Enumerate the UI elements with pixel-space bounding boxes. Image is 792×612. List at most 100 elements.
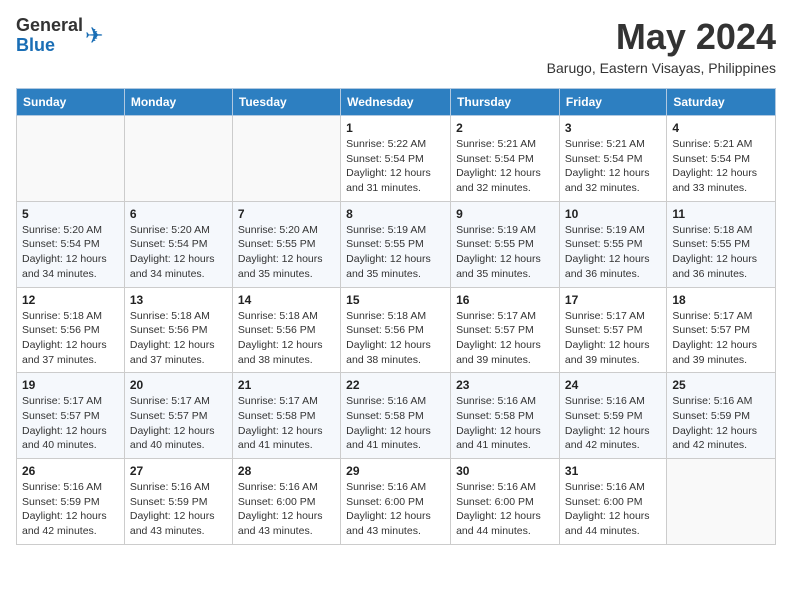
day-number: 20: [130, 378, 227, 392]
day-number: 7: [238, 207, 335, 221]
day-info: Sunrise: 5:22 AM Sunset: 5:54 PM Dayligh…: [346, 137, 445, 196]
location-subtitle: Barugo, Eastern Visayas, Philippines: [547, 60, 776, 76]
day-info: Sunrise: 5:16 AM Sunset: 6:00 PM Dayligh…: [456, 480, 554, 539]
calendar-cell: 1 Sunrise: 5:22 AM Sunset: 5:54 PM Daylig…: [341, 116, 451, 202]
calendar-cell: 22 Sunrise: 5:16 AM Sunset: 5:58 PM Dayli…: [341, 373, 451, 459]
calendar-cell: 16 Sunrise: 5:17 AM Sunset: 5:57 PM Dayli…: [451, 287, 560, 373]
calendar-week-row: 26 Sunrise: 5:16 AM Sunset: 5:59 PM Dayli…: [17, 459, 776, 545]
calendar-cell: [667, 459, 776, 545]
day-info: Sunrise: 5:16 AM Sunset: 6:00 PM Dayligh…: [238, 480, 335, 539]
day-number: 22: [346, 378, 445, 392]
day-number: 27: [130, 464, 227, 478]
calendar-cell: 10 Sunrise: 5:19 AM Sunset: 5:55 PM Dayli…: [559, 201, 666, 287]
day-number: 30: [456, 464, 554, 478]
day-number: 26: [22, 464, 119, 478]
calendar-week-row: 19 Sunrise: 5:17 AM Sunset: 5:57 PM Dayli…: [17, 373, 776, 459]
calendar-cell: 29 Sunrise: 5:16 AM Sunset: 6:00 PM Dayli…: [341, 459, 451, 545]
calendar-cell: 24Sunrise: 5:16 AM Sunset: 5:59 PM Dayli…: [559, 373, 666, 459]
calendar-cell: 11Sunrise: 5:18 AM Sunset: 5:55 PM Dayli…: [667, 201, 776, 287]
day-number: 23: [456, 378, 554, 392]
day-info: Sunrise: 5:21 AM Sunset: 5:54 PM Dayligh…: [672, 137, 770, 196]
day-number: 8: [346, 207, 445, 221]
calendar-cell: 5 Sunrise: 5:20 AM Sunset: 5:54 PM Daylig…: [17, 201, 125, 287]
day-info: Sunrise: 5:20 AM Sunset: 5:54 PM Dayligh…: [22, 223, 119, 282]
day-info: Sunrise: 5:19 AM Sunset: 5:55 PM Dayligh…: [346, 223, 445, 282]
title-block: May 2024 Barugo, Eastern Visayas, Philip…: [547, 16, 776, 76]
day-info: Sunrise: 5:17 AM Sunset: 5:58 PM Dayligh…: [238, 394, 335, 453]
calendar-cell: 9Sunrise: 5:19 AM Sunset: 5:55 PM Daylig…: [451, 201, 560, 287]
calendar-cell: 12 Sunrise: 5:18 AM Sunset: 5:56 PM Dayli…: [17, 287, 125, 373]
day-info: Sunrise: 5:16 AM Sunset: 5:59 PM Dayligh…: [130, 480, 227, 539]
day-number: 16: [456, 293, 554, 307]
calendar-day-header: Monday: [124, 89, 232, 116]
day-number: 1: [346, 121, 445, 135]
calendar-cell: 27 Sunrise: 5:16 AM Sunset: 5:59 PM Dayli…: [124, 459, 232, 545]
day-number: 5: [22, 207, 119, 221]
calendar-cell: 28 Sunrise: 5:16 AM Sunset: 6:00 PM Dayli…: [232, 459, 340, 545]
day-number: 13: [130, 293, 227, 307]
day-info: Sunrise: 5:16 AM Sunset: 5:59 PM Dayligh…: [22, 480, 119, 539]
day-number: 4: [672, 121, 770, 135]
day-info: Sunrise: 5:17 AM Sunset: 5:57 PM Dayligh…: [456, 309, 554, 368]
day-info: Sunrise: 5:18 AM Sunset: 5:56 PM Dayligh…: [346, 309, 445, 368]
day-number: 9: [456, 207, 554, 221]
calendar-cell: 14 Sunrise: 5:18 AM Sunset: 5:56 PM Dayli…: [232, 287, 340, 373]
day-number: 14: [238, 293, 335, 307]
day-number: 2: [456, 121, 554, 135]
day-info: Sunrise: 5:19 AM Sunset: 5:55 PM Dayligh…: [565, 223, 661, 282]
calendar-cell: 8 Sunrise: 5:19 AM Sunset: 5:55 PM Daylig…: [341, 201, 451, 287]
calendar-cell: 30 Sunrise: 5:16 AM Sunset: 6:00 PM Dayli…: [451, 459, 560, 545]
day-info: Sunrise: 5:18 AM Sunset: 5:56 PM Dayligh…: [130, 309, 227, 368]
calendar-day-header: Saturday: [667, 89, 776, 116]
day-number: 3: [565, 121, 661, 135]
day-info: Sunrise: 5:21 AM Sunset: 5:54 PM Dayligh…: [456, 137, 554, 196]
calendar-header-row: SundayMondayTuesdayWednesdayThursdayFrid…: [17, 89, 776, 116]
calendar-cell: [232, 116, 340, 202]
page-header: General Blue ✈ May 2024 Barugo, Eastern …: [16, 16, 776, 76]
day-info: Sunrise: 5:16 AM Sunset: 5:59 PM Dayligh…: [672, 394, 770, 453]
day-info: Sunrise: 5:16 AM Sunset: 5:58 PM Dayligh…: [456, 394, 554, 453]
day-number: 31: [565, 464, 661, 478]
day-number: 28: [238, 464, 335, 478]
day-number: 21: [238, 378, 335, 392]
day-number: 6: [130, 207, 227, 221]
calendar-week-row: 1 Sunrise: 5:22 AM Sunset: 5:54 PM Daylig…: [17, 116, 776, 202]
day-info: Sunrise: 5:21 AM Sunset: 5:54 PM Dayligh…: [565, 137, 661, 196]
day-info: Sunrise: 5:16 AM Sunset: 5:58 PM Dayligh…: [346, 394, 445, 453]
day-number: 12: [22, 293, 119, 307]
calendar-cell: 17Sunrise: 5:17 AM Sunset: 5:57 PM Dayli…: [559, 287, 666, 373]
day-info: Sunrise: 5:20 AM Sunset: 5:55 PM Dayligh…: [238, 223, 335, 282]
calendar-day-header: Wednesday: [341, 89, 451, 116]
day-info: Sunrise: 5:18 AM Sunset: 5:56 PM Dayligh…: [238, 309, 335, 368]
calendar-cell: 2 Sunrise: 5:21 AM Sunset: 5:54 PM Daylig…: [451, 116, 560, 202]
calendar-day-header: Friday: [559, 89, 666, 116]
calendar-day-header: Tuesday: [232, 89, 340, 116]
day-number: 25: [672, 378, 770, 392]
day-number: 10: [565, 207, 661, 221]
calendar-cell: 4 Sunrise: 5:21 AM Sunset: 5:54 PM Daylig…: [667, 116, 776, 202]
day-number: 29: [346, 464, 445, 478]
day-number: 17: [565, 293, 661, 307]
calendar-cell: 19Sunrise: 5:17 AM Sunset: 5:57 PM Dayli…: [17, 373, 125, 459]
calendar-cell: [17, 116, 125, 202]
day-info: Sunrise: 5:16 AM Sunset: 6:00 PM Dayligh…: [346, 480, 445, 539]
day-info: Sunrise: 5:18 AM Sunset: 5:56 PM Dayligh…: [22, 309, 119, 368]
calendar-cell: 31Sunrise: 5:16 AM Sunset: 6:00 PM Dayli…: [559, 459, 666, 545]
day-number: 19: [22, 378, 119, 392]
day-number: 24: [565, 378, 661, 392]
calendar-table: SundayMondayTuesdayWednesdayThursdayFrid…: [16, 88, 776, 545]
calendar-cell: 23 Sunrise: 5:16 AM Sunset: 5:58 PM Dayli…: [451, 373, 560, 459]
calendar-cell: [124, 116, 232, 202]
day-number: 15: [346, 293, 445, 307]
calendar-cell: 20 Sunrise: 5:17 AM Sunset: 5:57 PM Dayli…: [124, 373, 232, 459]
month-year-title: May 2024: [547, 16, 776, 58]
day-info: Sunrise: 5:17 AM Sunset: 5:57 PM Dayligh…: [672, 309, 770, 368]
calendar-cell: 13 Sunrise: 5:18 AM Sunset: 5:56 PM Dayli…: [124, 287, 232, 373]
calendar-cell: 15 Sunrise: 5:18 AM Sunset: 5:56 PM Dayli…: [341, 287, 451, 373]
logo-blue: Blue: [16, 36, 83, 56]
calendar-cell: 21 Sunrise: 5:17 AM Sunset: 5:58 PM Dayli…: [232, 373, 340, 459]
calendar-day-header: Thursday: [451, 89, 560, 116]
logo-bird-icon: ✈: [85, 23, 103, 49]
logo-general: General: [16, 16, 83, 36]
day-info: Sunrise: 5:17 AM Sunset: 5:57 PM Dayligh…: [130, 394, 227, 453]
